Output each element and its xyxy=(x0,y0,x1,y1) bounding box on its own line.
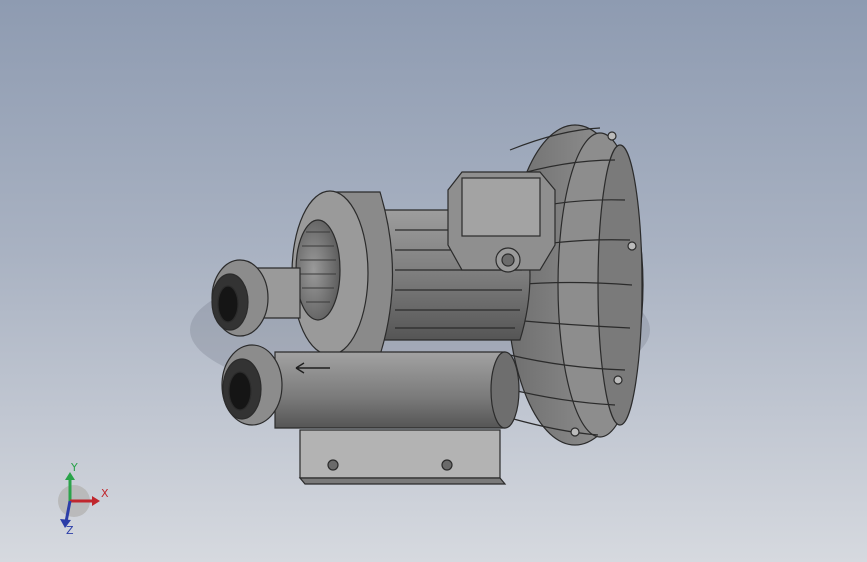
triad-x-label: X xyxy=(101,487,109,500)
triad-x-arrow xyxy=(92,496,100,506)
inlet-port xyxy=(211,259,269,337)
terminal-box xyxy=(447,171,556,273)
blower-model[interactable] xyxy=(0,0,867,562)
triad-y-label: Y xyxy=(71,461,78,474)
silencer-pipe xyxy=(274,351,520,429)
base-plate xyxy=(298,429,507,485)
triad-z-label: Z xyxy=(66,524,74,537)
outlet-port xyxy=(221,344,283,426)
orientation-triad xyxy=(58,472,100,528)
graphics-viewport[interactable]: X Y Z xyxy=(0,0,867,562)
motor-fan-cover xyxy=(291,190,394,356)
